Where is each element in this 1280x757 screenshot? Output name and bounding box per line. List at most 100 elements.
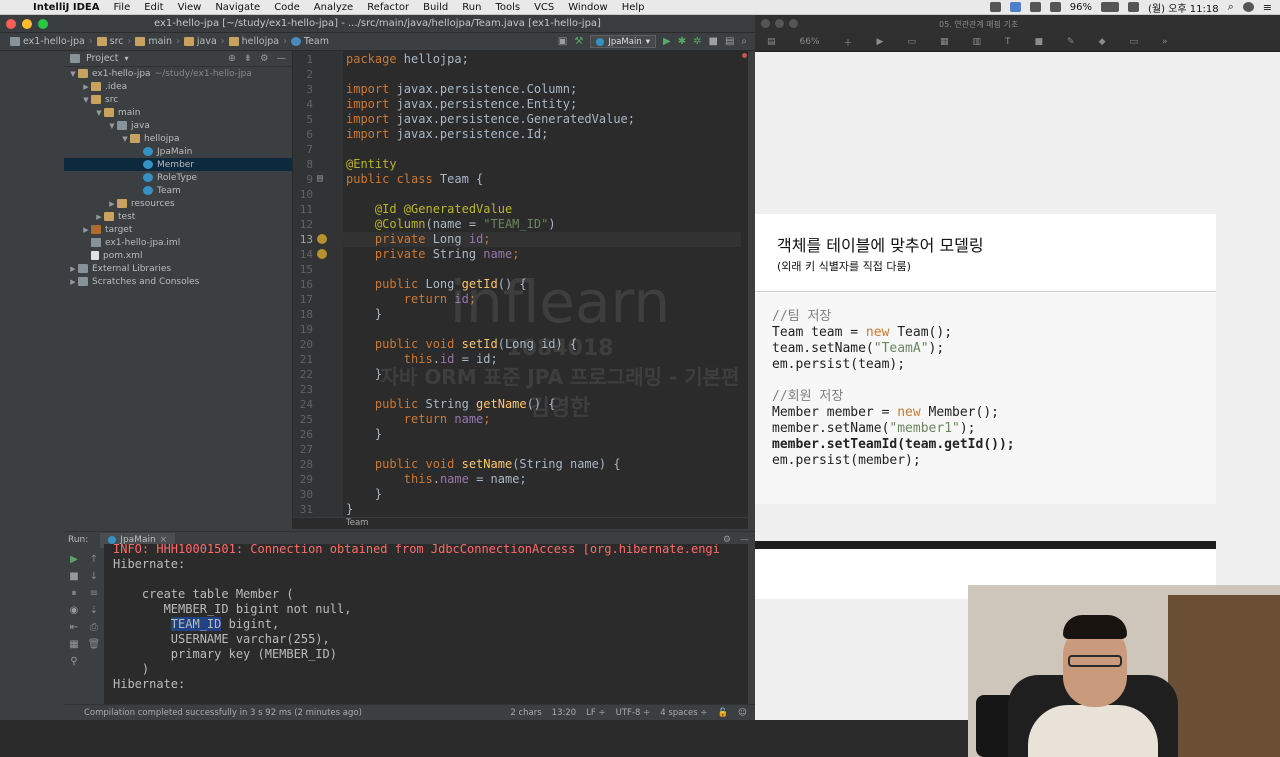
clock[interactable]: (월) 오후 11:18: [1148, 0, 1219, 15]
tree-item-src[interactable]: ▼ src: [64, 93, 292, 106]
battery-icon[interactable]: [1101, 2, 1120, 12]
line-separator[interactable]: LF ÷: [586, 708, 605, 718]
chevron-down-icon[interactable]: ▼: [107, 122, 117, 130]
pause-icon[interactable]: ⏸: [72, 588, 77, 599]
dump-threads-icon[interactable]: ◉: [70, 605, 79, 616]
caret-position[interactable]: 13:20: [552, 708, 577, 718]
chevron-down-icon[interactable]: ▼: [81, 96, 91, 104]
rerun-icon[interactable]: ▶: [70, 554, 78, 565]
pin-icon[interactable]: ⚲: [70, 656, 77, 667]
shape-icon[interactable]: ■: [1035, 37, 1044, 47]
file-encoding[interactable]: UTF-8 ÷: [616, 708, 651, 718]
restore-layout-icon[interactable]: ⇤: [70, 622, 78, 633]
field-icon[interactable]: [317, 249, 327, 259]
menu-run[interactable]: Run: [455, 2, 488, 13]
close-button[interactable]: [6, 19, 16, 29]
tree-item-team[interactable]: Team: [64, 184, 292, 197]
tree-item-main[interactable]: ▼ main: [64, 106, 292, 119]
stop-icon[interactable]: ■: [69, 571, 78, 582]
breadcrumb-item[interactable]: hellojpa: [225, 36, 283, 47]
chevron-right-icon[interactable]: ▶: [94, 213, 104, 221]
menu-intellij-idea[interactable]: IntelliJ IDEA: [26, 2, 106, 13]
minimize-button[interactable]: [22, 19, 32, 29]
coverage-icon[interactable]: ✲: [693, 36, 701, 47]
stop-icon[interactable]: ■: [708, 36, 717, 47]
format-icon[interactable]: ✎: [1067, 37, 1075, 47]
menu-help[interactable]: Help: [615, 2, 652, 13]
close-button[interactable]: [761, 19, 770, 28]
menu-tools[interactable]: Tools: [488, 2, 527, 13]
chevron-right-icon[interactable]: ▶: [68, 278, 78, 286]
breadcrumb-item[interactable]: java: [180, 36, 221, 47]
input-source-icon[interactable]: [1128, 2, 1140, 12]
tree-item-test[interactable]: ▶ test: [64, 210, 292, 223]
build-icon[interactable]: ▣: [558, 36, 567, 47]
print-icon[interactable]: ⎙: [90, 622, 98, 633]
tree-item-scratches-and-consoles[interactable]: ▶ Scratches and Consoles: [64, 275, 292, 288]
tree-item-hellojpa[interactable]: ▼ hellojpa: [64, 132, 292, 145]
editor-scrollbar[interactable]: [741, 51, 748, 517]
breadcrumb-item[interactable]: src: [93, 36, 128, 47]
text-icon[interactable]: T: [1005, 37, 1011, 47]
override-icon[interactable]: ▤: [317, 173, 323, 184]
up-icon[interactable]: ↑: [90, 554, 98, 565]
menu-build[interactable]: Build: [416, 2, 455, 13]
tree-item-member[interactable]: Member: [64, 158, 292, 171]
bluetooth-icon[interactable]: [1029, 2, 1041, 12]
chevron-right-icon[interactable]: ▶: [81, 83, 91, 91]
expand-icon[interactable]: »: [1162, 37, 1168, 47]
code-editor[interactable]: package hellojpa; import javax.persistenc…: [343, 51, 748, 517]
chevron-down-icon[interactable]: ▼: [120, 135, 130, 143]
hide-icon[interactable]: —: [277, 53, 287, 64]
collapse-icon[interactable]: ⇟: [244, 53, 252, 64]
chevron-right-icon[interactable]: ▶: [107, 200, 117, 208]
search-everywhere-icon[interactable]: ⌕: [741, 36, 747, 47]
lock-icon[interactable]: 🔓: [718, 708, 729, 718]
run-icon[interactable]: ▶: [663, 36, 671, 47]
run-config-select[interactable]: JpaMain ▾: [590, 35, 656, 48]
chart-icon[interactable]: ▥: [973, 37, 982, 47]
inspector-icon[interactable]: ☺: [738, 708, 747, 718]
table-icon[interactable]: ▦: [940, 37, 949, 47]
tree-item-jpamain[interactable]: JpaMain: [64, 145, 292, 158]
wifi-icon[interactable]: [1049, 2, 1061, 12]
status-message[interactable]: Compilation completed successfully in 3 …: [64, 708, 362, 718]
tree-item-pom-xml[interactable]: pom.xml: [64, 249, 292, 262]
menu-icon[interactable]: ≡: [1263, 1, 1272, 14]
notes-icon[interactable]: [989, 2, 1001, 12]
menu-code[interactable]: Code: [267, 2, 307, 13]
zoom-button[interactable]: [38, 19, 48, 29]
breadcrumb-item[interactable]: Team: [287, 36, 333, 47]
gear-icon[interactable]: ⚙: [260, 53, 269, 64]
tree-item-ex1-hello-jpa[interactable]: ▼ ex1-hello-jpa ~/study/ex1-hello-jpa: [64, 67, 292, 80]
hammer-icon[interactable]: ⚒: [574, 36, 583, 47]
tree-item-roletype[interactable]: RoleType: [64, 171, 292, 184]
add-slide-icon[interactable]: ＋: [844, 36, 853, 49]
menu-view[interactable]: View: [171, 2, 209, 13]
animate-icon[interactable]: ◆: [1099, 37, 1106, 47]
editor-breadcrumb[interactable]: Team: [293, 517, 748, 529]
tree-item--idea[interactable]: ▶ .idea: [64, 80, 292, 93]
indent-setting[interactable]: 4 spaces ÷: [660, 708, 707, 718]
tree-item-java[interactable]: ▼ java: [64, 119, 292, 132]
menu-navigate[interactable]: Navigate: [208, 2, 267, 13]
chevron-right-icon[interactable]: ▶: [68, 265, 78, 273]
structure-icon[interactable]: ▤: [725, 36, 734, 47]
locate-icon[interactable]: ⊕: [228, 53, 236, 64]
down-icon[interactable]: ↓: [90, 571, 98, 582]
view-icon[interactable]: ▤: [767, 37, 776, 47]
menu-refactor[interactable]: Refactor: [360, 2, 416, 13]
layout-icon[interactable]: ▦: [69, 639, 78, 650]
debug-icon[interactable]: ✱: [678, 36, 686, 47]
menu-analyze[interactable]: Analyze: [307, 2, 360, 13]
zoom-button[interactable]: [789, 19, 798, 28]
menu-vcs[interactable]: VCS: [527, 2, 561, 13]
play-icon[interactable]: ▶: [877, 37, 884, 47]
scroll-end-icon[interactable]: ⇣: [90, 605, 98, 616]
trash-icon[interactable]: 🗑: [88, 639, 101, 650]
breadcrumb-item[interactable]: ex1-hello-jpa: [6, 36, 89, 47]
tree-item-external-libraries[interactable]: ▶ External Libraries: [64, 262, 292, 275]
search-icon[interactable]: ⌕: [1228, 0, 1234, 14]
menu-file[interactable]: File: [106, 2, 137, 13]
tree-item-target[interactable]: ▶ target: [64, 223, 292, 236]
